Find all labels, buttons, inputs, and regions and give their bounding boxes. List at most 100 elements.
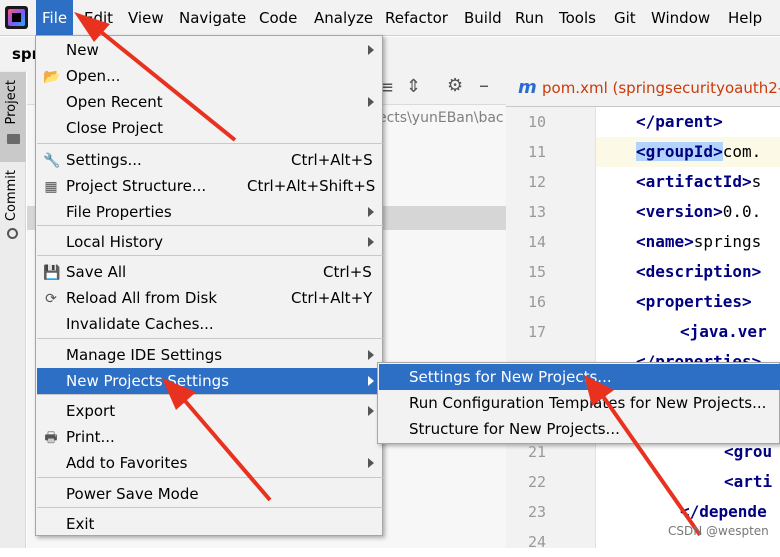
submenu-arrow-icon <box>368 458 374 468</box>
menu-navigate[interactable]: Navigate <box>179 0 246 36</box>
submenu-arrow-icon <box>368 237 374 247</box>
file-menu-item-export[interactable]: Export <box>37 398 383 424</box>
new-projects-settings-submenu: Settings for New Projects... Run Configu… <box>377 362 780 444</box>
file-menu: New 📂 Open... Open Recent Close Project 🔧 Sett… <box>35 35 383 536</box>
file-menu-item-local-history[interactable]: Local History <box>37 229 383 255</box>
line-number: 24 <box>527 533 546 551</box>
submenu-item-label: Run Configuration Templates for New Proj… <box>409 394 767 412</box>
settings-for-new-projects-item[interactable]: Settings for New Projects... <box>379 364 780 390</box>
file-menu-item-new-projects-settings[interactable]: New Projects Settings <box>37 368 383 394</box>
shortcut-label: Ctrl+Alt+S <box>291 151 373 169</box>
xml-tag: </parent> <box>636 112 723 131</box>
file-menu-item-label: Power Save Mode <box>66 485 199 503</box>
reload-icon: ⟳ <box>45 291 57 307</box>
file-menu-item-settings[interactable]: 🔧 Settings... Ctrl+Alt+S <box>37 147 383 173</box>
menu-separator <box>37 143 383 144</box>
xml-tag: <description> <box>636 262 762 281</box>
save-icon: 💾 <box>43 265 61 281</box>
menu-view[interactable]: View <box>128 0 164 36</box>
shortcut-label: Ctrl+Alt+Y <box>291 289 373 307</box>
menu-edit[interactable]: Edit <box>84 0 113 36</box>
maven-icon: m <box>518 77 537 98</box>
gear-icon[interactable]: ⚙ <box>447 75 463 96</box>
line-number: 23 <box>527 503 546 521</box>
line-number: 11 <box>527 143 546 161</box>
menu-window[interactable]: Window <box>651 0 710 36</box>
code-line: </depende <box>680 497 767 527</box>
file-menu-item-label: New Projects Settings <box>66 372 229 390</box>
submenu-arrow-icon <box>368 406 374 416</box>
xml-text: springs <box>693 232 762 251</box>
file-menu-item-exit[interactable]: Exit <box>37 511 383 537</box>
project-path: ects\yunEBan\bac <box>378 110 504 126</box>
file-menu-item-open[interactable]: 📂 Open... <box>37 63 383 89</box>
line-number: 13 <box>527 203 546 221</box>
file-menu-item-save-all[interactable]: 💾 Save All Ctrl+S <box>37 259 383 285</box>
file-menu-item-new[interactable]: New <box>37 37 383 63</box>
file-menu-item-manage-ide-settings[interactable]: Manage IDE Settings <box>37 342 383 368</box>
file-menu-item-label: New <box>66 41 99 59</box>
file-menu-item-label: Project Structure... <box>66 177 207 195</box>
code-line: <properties> <box>636 287 752 317</box>
menu-separator <box>37 477 383 478</box>
code-line: <name>springs <box>636 227 761 257</box>
xml-tag: <groupId> <box>636 142 723 161</box>
expand-icon[interactable]: ⇕ <box>406 76 421 97</box>
submenu-arrow-icon <box>368 350 374 360</box>
editor-tab-pom[interactable]: m pom.xml (springsecurityoauth2-c <box>506 71 780 107</box>
xml-tag: <name> <box>636 232 694 251</box>
menu-bar: File Edit View Navigate Code Analyze Ref… <box>0 0 780 36</box>
commit-tool-tab[interactable]: Commit <box>0 168 26 243</box>
file-menu-item-invalidate-caches[interactable]: Invalidate Caches... <box>37 311 383 337</box>
file-menu-item-power-save-mode[interactable]: Power Save Mode <box>37 481 383 507</box>
file-menu-item-close-project[interactable]: Close Project <box>37 115 383 141</box>
file-menu-item-file-properties[interactable]: File Properties <box>37 199 383 225</box>
wrench-icon: 🔧 <box>43 153 61 169</box>
menu-help[interactable]: Help <box>728 0 762 36</box>
xml-text: 0.0. <box>722 202 762 221</box>
menu-build[interactable]: Build <box>464 0 502 36</box>
file-menu-item-add-to-favorites[interactable]: Add to Favorites <box>37 450 383 476</box>
menu-file[interactable]: File <box>36 0 74 36</box>
file-menu-item-open-recent[interactable]: Open Recent <box>37 89 383 115</box>
menu-separator <box>37 225 383 226</box>
run-configuration-templates-item[interactable]: Run Configuration Templates for New Proj… <box>379 390 780 416</box>
xml-text: com. <box>722 142 762 161</box>
editor-tab-title: pom.xml (springsecurityoauth2-c <box>542 79 780 97</box>
line-number: 17 <box>527 323 546 341</box>
minimize-icon[interactable]: – <box>479 73 489 97</box>
file-menu-item-label: Close Project <box>66 119 163 137</box>
commit-icon <box>7 228 18 239</box>
file-menu-item-label: Save All <box>66 263 127 281</box>
file-menu-item-reload-all-from-disk[interactable]: ⟳ Reload All from Disk Ctrl+Alt+Y <box>37 285 383 311</box>
line-number: 12 <box>527 173 546 191</box>
project-structure-icon: ▦ <box>44 179 58 195</box>
file-menu-item-label: Exit <box>66 515 95 533</box>
project-tool-tab[interactable]: Project <box>0 72 26 162</box>
structure-for-new-projects-item[interactable]: Structure for New Projects... <box>379 416 780 442</box>
xml-tag: <java.ver <box>680 322 767 341</box>
commit-tab-label: Commit <box>4 170 19 222</box>
line-number: 21 <box>527 443 546 461</box>
menu-run[interactable]: Run <box>515 0 544 36</box>
xml-tag: <arti <box>724 472 773 491</box>
menu-refactor[interactable]: Refactor <box>385 0 448 36</box>
file-menu-item-project-structure[interactable]: ▦ Project Structure... Ctrl+Alt+Shift+S <box>37 173 383 199</box>
code-line: </parent> <box>636 107 723 137</box>
file-menu-item-label: Export <box>66 402 116 420</box>
xml-text: s <box>751 172 762 191</box>
code-line: <java.ver <box>680 317 767 347</box>
file-menu-item-label: Open Recent <box>66 93 163 111</box>
file-menu-item-print[interactable]: 🖶 Print... <box>37 424 383 450</box>
submenu-item-label: Settings for New Projects... <box>409 368 612 386</box>
folder-icon: 📂 <box>43 69 61 85</box>
file-menu-item-label: Open... <box>66 67 121 85</box>
menu-code[interactable]: Code <box>259 0 297 36</box>
menu-git[interactable]: Git <box>614 0 636 36</box>
menu-analyze[interactable]: Analyze <box>314 0 373 36</box>
menu-tools[interactable]: Tools <box>559 0 596 36</box>
xml-tag: <properties> <box>636 292 752 311</box>
file-menu-item-label: File Properties <box>66 203 172 221</box>
print-icon: 🖶 <box>44 430 58 446</box>
file-menu-item-label: Add to Favorites <box>66 454 188 472</box>
